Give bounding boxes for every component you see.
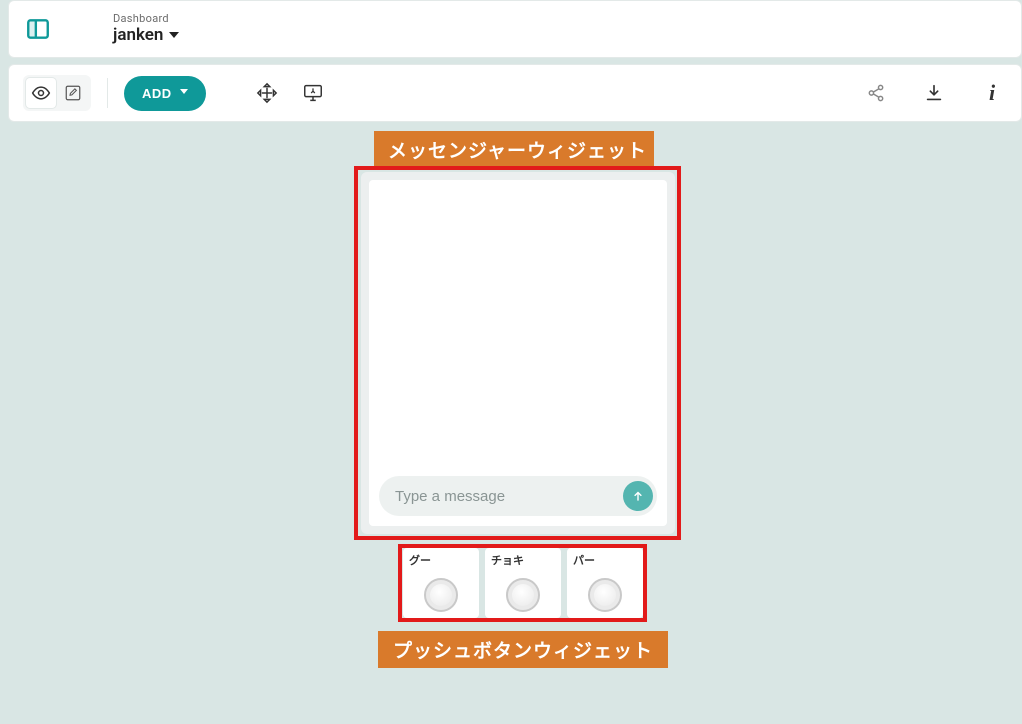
app-header: Dashboard janken bbox=[8, 0, 1022, 58]
add-button-label: ADD bbox=[142, 86, 172, 101]
arrow-up-icon bbox=[631, 489, 645, 503]
download-icon bbox=[923, 82, 945, 104]
toolbar-divider bbox=[107, 78, 108, 108]
push-button-label: パー bbox=[573, 552, 637, 568]
info-icon: i bbox=[989, 80, 995, 106]
move-icon bbox=[256, 82, 278, 104]
push-button-widget-pa[interactable]: パー bbox=[567, 548, 643, 618]
messenger-send-button[interactable] bbox=[623, 481, 653, 511]
view-mode-preview[interactable] bbox=[26, 78, 56, 108]
share-button[interactable] bbox=[861, 78, 891, 108]
monitor-icon bbox=[302, 82, 324, 104]
chevron-down-icon bbox=[180, 89, 188, 97]
sidebar-toggle-button[interactable] bbox=[19, 10, 57, 48]
toolbar-right: i bbox=[861, 78, 1007, 108]
share-icon bbox=[865, 82, 887, 104]
add-button[interactable]: ADD bbox=[124, 76, 206, 111]
push-button-widget-gu[interactable]: グー bbox=[403, 548, 479, 618]
push-button-circle[interactable] bbox=[424, 578, 458, 612]
annotation-pushbutton-label: プッシュボタンウィジェット bbox=[378, 631, 668, 668]
drag-button[interactable] bbox=[252, 78, 282, 108]
eye-icon bbox=[31, 83, 51, 103]
edit-icon bbox=[64, 84, 82, 102]
push-button-widget-choki[interactable]: チョキ bbox=[485, 548, 561, 618]
header-title-block[interactable]: Dashboard janken bbox=[113, 12, 179, 46]
toolbar: ADD i bbox=[8, 64, 1022, 122]
messenger-widget[interactable] bbox=[361, 172, 675, 534]
chevron-down-icon bbox=[169, 32, 179, 40]
info-button[interactable]: i bbox=[977, 78, 1007, 108]
view-mode-edit[interactable] bbox=[58, 78, 88, 108]
annotation-messenger-label: メッセンジャーウィジェット bbox=[374, 131, 654, 168]
display-button[interactable] bbox=[298, 78, 328, 108]
push-button-circle[interactable] bbox=[588, 578, 622, 612]
messenger-body bbox=[369, 180, 667, 526]
messenger-input-row bbox=[379, 476, 657, 516]
push-button-label: チョキ bbox=[491, 552, 555, 568]
messenger-input[interactable] bbox=[395, 488, 623, 505]
download-button[interactable] bbox=[919, 78, 949, 108]
push-button-circle[interactable] bbox=[506, 578, 540, 612]
panel-left-icon bbox=[25, 16, 51, 42]
header-subtitle: Dashboard bbox=[113, 12, 179, 25]
view-mode-toggle bbox=[23, 75, 91, 111]
header-title: janken bbox=[113, 25, 163, 45]
push-button-group: グー チョキ パー bbox=[403, 548, 643, 618]
push-button-label: グー bbox=[409, 552, 473, 568]
dashboard-canvas[interactable]: メッセンジャーウィジェット グー チョキ パー bbox=[8, 128, 1022, 724]
